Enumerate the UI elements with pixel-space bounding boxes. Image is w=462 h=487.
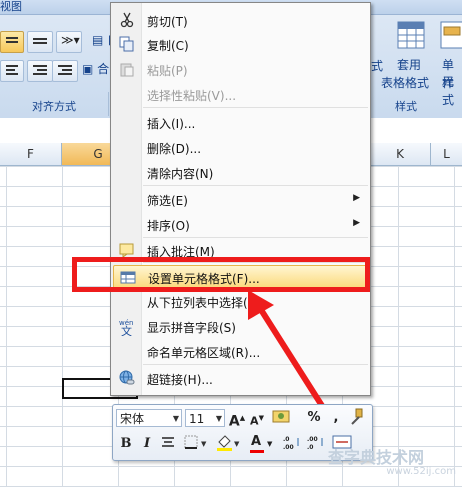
- watermark: 查字典技术网 www.52ij.com: [328, 444, 462, 487]
- chevron-down-icon: ▼: [267, 440, 273, 448]
- center-align-icon: [162, 437, 174, 447]
- decrease-decimal-icon: .00.0: [307, 436, 323, 451]
- svg-text:.0: .0: [283, 436, 289, 443]
- font-size-value: 11: [189, 412, 205, 426]
- svg-text:▼: ▼: [234, 440, 240, 448]
- svg-text:.00: .00: [283, 444, 294, 450]
- decrease-decimal-button[interactable]: .00.0: [307, 434, 329, 454]
- svg-text:.0: .0: [307, 444, 313, 450]
- borders-button[interactable]: ▼: [183, 434, 211, 454]
- watermark-url: www.52ij.com: [386, 466, 456, 477]
- shrink-font-button[interactable]: A▼: [248, 408, 266, 428]
- font-size-combo[interactable]: 11 ▼: [185, 409, 225, 427]
- svg-text:▼: ▼: [201, 440, 207, 448]
- format-painter-button[interactable]: [347, 408, 365, 428]
- percent-style-button[interactable]: %: [305, 408, 323, 428]
- fill-bucket-icon: ▼: [217, 435, 240, 451]
- italic-button[interactable]: I: [138, 434, 156, 454]
- font-color-button[interactable]: A ▼: [249, 434, 277, 454]
- center-align-button[interactable]: [159, 434, 177, 454]
- svg-text:.00: .00: [307, 436, 318, 443]
- bold-button[interactable]: B: [117, 434, 135, 454]
- format-painter-icon: [351, 408, 363, 425]
- borders-icon: ▼: [184, 435, 207, 449]
- fill-color-button[interactable]: ▼: [215, 434, 243, 454]
- increase-decimal-icon: .0.00: [283, 436, 299, 451]
- accounting-format-button[interactable]: [271, 408, 295, 428]
- chevron-down-icon: ▼: [215, 414, 222, 423]
- font-name-value: 宋体: [120, 412, 145, 426]
- chevron-down-icon: ▼: [172, 414, 179, 423]
- grow-font-button[interactable]: A▲: [228, 408, 246, 430]
- increase-decimal-button[interactable]: .0.00: [283, 434, 305, 454]
- font-color-swatch: [250, 450, 264, 453]
- comma-style-button[interactable]: ,: [327, 408, 345, 428]
- font-color-letter: A: [251, 434, 262, 449]
- accounting-icon: [272, 410, 290, 423]
- font-name-combo[interactable]: 宋体 ▼: [116, 409, 182, 427]
- watermark-text: 查字典技术网: [328, 448, 425, 467]
